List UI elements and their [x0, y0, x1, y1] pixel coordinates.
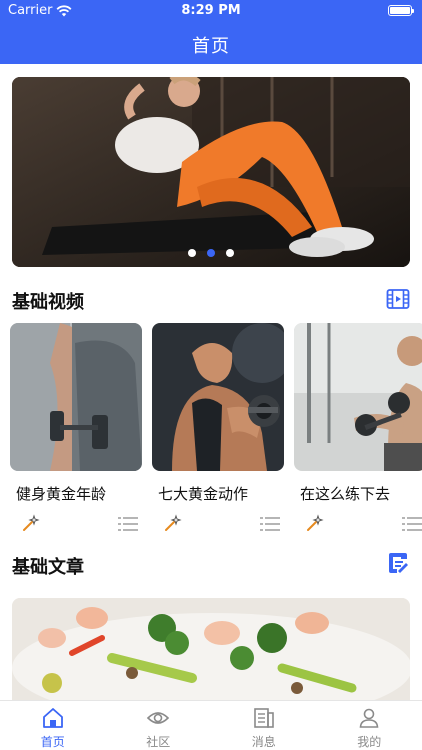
carousel-indicator[interactable] — [12, 249, 410, 257]
tab-bar: 首页 社区 消息 我的 — [0, 700, 422, 750]
articles-section-title: 基础文章 — [12, 557, 84, 578]
video-list[interactable]: 健身黄金年龄 七大黄金动作 在这么练下去 — [10, 323, 422, 538]
tab-label: 我的 — [357, 735, 382, 749]
tab-community[interactable]: 社区 — [106, 701, 212, 750]
magic-wand-icon[interactable] — [164, 514, 182, 532]
video-title: 健身黄金年龄 — [16, 485, 107, 503]
carousel-dot-active[interactable] — [207, 249, 215, 257]
article-image — [12, 598, 410, 708]
tab-label: 消息 — [251, 735, 276, 749]
battery-icon — [388, 5, 414, 16]
tab-label: 首页 — [40, 735, 65, 749]
banner-image — [12, 77, 410, 267]
carousel-dot[interactable] — [226, 249, 234, 257]
tab-mine[interactable]: 我的 — [317, 701, 422, 750]
video-thumbnail[interactable] — [10, 323, 142, 471]
carousel-dot[interactable] — [188, 249, 196, 257]
video-title: 在这么练下去 — [300, 485, 391, 503]
article-icon[interactable] — [386, 551, 410, 575]
list-icon[interactable] — [118, 516, 138, 532]
app-header: Carrier 8:29 PM 首页 — [0, 0, 422, 64]
video-card[interactable]: 在这么练下去 — [294, 323, 422, 538]
tab-messages[interactable]: 消息 — [211, 701, 317, 750]
video-card[interactable]: 七大黄金动作 — [152, 323, 284, 538]
videos-section-title: 基础视频 — [12, 292, 84, 313]
video-thumbnail[interactable] — [294, 323, 422, 471]
list-icon[interactable] — [402, 516, 422, 532]
home-icon — [42, 708, 63, 728]
page-title: 首页 — [192, 36, 230, 57]
status-bar: Carrier 8:29 PM — [0, 0, 422, 22]
clock: 8:29 PM — [181, 3, 241, 18]
video-meta — [152, 514, 284, 534]
magic-wand-icon[interactable] — [22, 514, 40, 532]
user-icon — [359, 708, 379, 728]
tab-label: 社区 — [146, 735, 171, 749]
list-icon[interactable] — [260, 516, 280, 532]
banner-carousel[interactable] — [12, 77, 410, 267]
video-thumbnail[interactable] — [152, 323, 284, 471]
video-title: 七大黄金动作 — [158, 485, 249, 503]
video-card[interactable]: 健身黄金年龄 — [10, 323, 142, 538]
article-thumbnail[interactable] — [12, 598, 410, 708]
video-meta — [294, 514, 422, 534]
video-meta — [10, 514, 142, 534]
eye-icon — [147, 712, 170, 724]
tab-home[interactable]: 首页 — [0, 701, 106, 750]
news-icon — [253, 708, 274, 728]
video-library-icon[interactable] — [386, 287, 410, 311]
magic-wand-icon[interactable] — [306, 514, 324, 532]
